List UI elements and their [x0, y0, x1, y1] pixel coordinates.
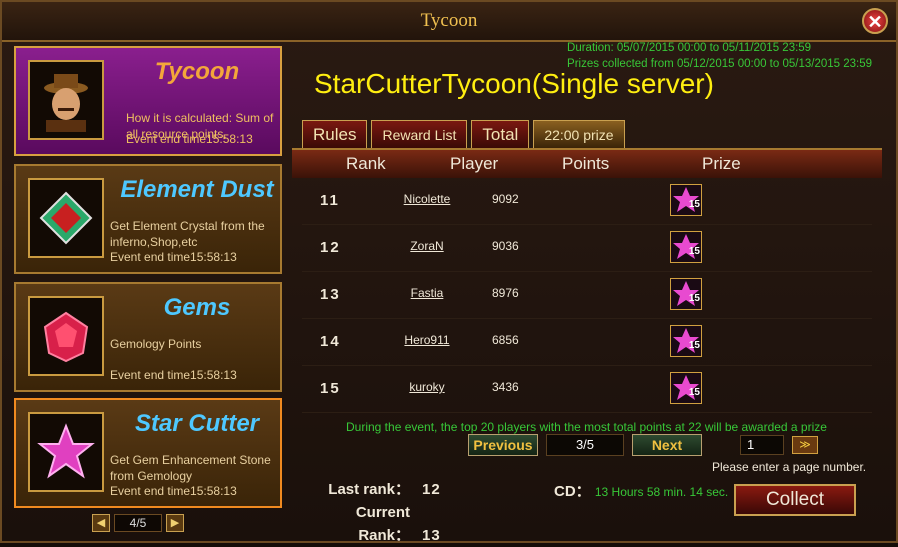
card-description: Get Element Crystal from the inferno,Sho…	[110, 219, 265, 249]
prize-count: 15	[688, 387, 700, 398]
sidebar-next-button[interactable]: ▶	[166, 514, 184, 532]
event-card-star-cutter[interactable]: Star Cutter Get Gem Enhancement Stone fr…	[14, 398, 282, 508]
card-title: Star Cutter	[134, 410, 260, 437]
row-points: 3436	[492, 380, 519, 394]
header-player: Player	[450, 154, 499, 173]
row-player-link[interactable]: Hero911	[392, 333, 462, 347]
row-points: 9036	[492, 239, 519, 253]
prize-star-icon[interactable]: 15	[670, 278, 702, 310]
card-end-time: Event end time15:58:13	[110, 250, 237, 264]
element-crystal-icon	[28, 178, 104, 258]
table-pager: Previous 3/5 Next 1 ≫	[468, 434, 818, 456]
cooldown-label: CD：	[554, 483, 591, 500]
tab-total[interactable]: Total	[471, 120, 530, 148]
go-page-button[interactable]: ≫	[792, 436, 818, 454]
prize-star-icon[interactable]: 15	[670, 325, 702, 357]
tycoon-portrait-icon	[28, 60, 104, 140]
sidebar-pager: ◀ 4/5 ▶	[92, 514, 202, 532]
last-rank-value: 12	[422, 481, 441, 498]
table-row: 14 Hero911 6856 15	[302, 319, 872, 366]
event-card-gems[interactable]: Gems Gemology Points Event end time15:58…	[14, 282, 282, 392]
row-rank: 11	[320, 192, 340, 209]
header-points: Points	[562, 154, 610, 173]
rank-info: Last rank： 12 Current Rank： 13	[314, 478, 441, 547]
main-panel: Duration: 05/07/2015 00:00 to 05/11/2015…	[292, 42, 886, 544]
previous-button[interactable]: Previous	[468, 434, 538, 456]
header-prize: Prize	[702, 154, 741, 173]
event-headline: StarCutterTycoon(Single server)	[314, 68, 714, 99]
page-input-hint: Please enter a page number.	[712, 460, 867, 474]
header-rank: Rank	[346, 154, 386, 173]
event-card-tycoon[interactable]: Tycoon How it is calculated: Sum of all …	[14, 46, 282, 156]
row-points: 6856	[492, 333, 519, 347]
page-indicator: 3/5	[546, 434, 624, 456]
row-rank: 13	[320, 286, 341, 303]
row-rank: 15	[320, 380, 341, 397]
last-rank-row: Last rank： 12	[314, 478, 441, 501]
current-rank-label: Current Rank：	[355, 504, 410, 544]
row-rank: 14	[320, 333, 341, 350]
card-title: Element Dust	[120, 176, 274, 203]
event-sidebar: Tycoon How it is calculated: Sum of all …	[14, 46, 284, 514]
prize-count: 15	[688, 340, 700, 351]
row-player-link[interactable]: Fastia	[392, 286, 462, 300]
tab-reward-list[interactable]: Reward List	[371, 120, 468, 148]
row-player-link[interactable]: kuroky	[392, 380, 462, 394]
page-number-input[interactable]: 1	[740, 435, 784, 455]
next-button[interactable]: Next	[632, 434, 702, 456]
prize-star-icon[interactable]: 15	[670, 372, 702, 404]
card-title: Tycoon	[154, 58, 240, 85]
tab-prize-2200[interactable]: 22:00 prize	[533, 120, 625, 148]
prize-star-icon[interactable]: 15	[670, 231, 702, 263]
prize-count: 15	[688, 246, 700, 257]
title-bar: Tycoon ✕	[2, 2, 896, 42]
table-row: 15 kuroky 3436 15	[302, 366, 872, 413]
collect-button[interactable]: Collect	[734, 484, 856, 516]
card-end-time: Event end time15:58:13	[110, 484, 237, 498]
current-rank-row: Current Rank： 13	[314, 501, 441, 547]
last-rank-label: Last rank：	[328, 481, 410, 498]
gem-icon	[28, 296, 104, 376]
star-stone-icon	[28, 412, 104, 492]
tab-rules[interactable]: Rules	[302, 120, 368, 148]
sidebar-prev-button[interactable]: ◀	[92, 514, 110, 532]
tycoon-window: Tycoon ✕ Tycoon How it is calculated: Su…	[0, 0, 898, 544]
cooldown-value: 13 Hours 58 min. 14 sec.	[594, 485, 729, 499]
event-card-element-dust[interactable]: Element Dust Get Element Crystal from th…	[14, 164, 282, 274]
row-player-link[interactable]: Nicolette	[392, 192, 462, 206]
cooldown: CD： 13 Hours 58 min. 14 sec.	[554, 480, 728, 501]
card-description: Get Gem Enhancement Stone from Gemology	[110, 453, 271, 483]
window-title: Tycoon	[420, 10, 478, 31]
row-points: 9092	[492, 192, 519, 206]
card-title: Gems	[163, 294, 231, 321]
row-player-link[interactable]: ZoraN	[392, 239, 462, 253]
sidebar-page-indicator: 4/5	[114, 514, 162, 532]
table-row: 13 Fastia 8976 15	[302, 272, 872, 319]
prize-count: 15	[688, 293, 700, 304]
prize-star-icon[interactable]: 15	[670, 184, 702, 216]
card-end-time: Event end time15:58:13	[110, 368, 237, 382]
table-row: 12 ZoraN 9036 15	[302, 225, 872, 272]
tab-bar: Rules Reward List Total 22:00 prize	[302, 120, 625, 148]
card-end-time: Event end time15:58:13	[126, 132, 253, 146]
row-rank: 12	[320, 239, 341, 256]
row-points: 8976	[492, 286, 519, 300]
ranking-table: Rank Player Points Prize 11 Nicolette 90…	[292, 148, 882, 428]
close-button[interactable]: ✕	[862, 8, 888, 34]
card-description: Gemology Points	[110, 337, 202, 351]
current-rank-value: 13	[422, 527, 441, 544]
table-header: Rank Player Points Prize	[292, 148, 882, 178]
table-row: 11 Nicolette 9092 15	[302, 178, 872, 225]
prize-notice: During the event, the top 20 players wit…	[346, 420, 827, 434]
prize-count: 15	[688, 199, 700, 210]
duration-text: Duration: 05/07/2015 00:00 to 05/11/2015…	[567, 42, 812, 54]
